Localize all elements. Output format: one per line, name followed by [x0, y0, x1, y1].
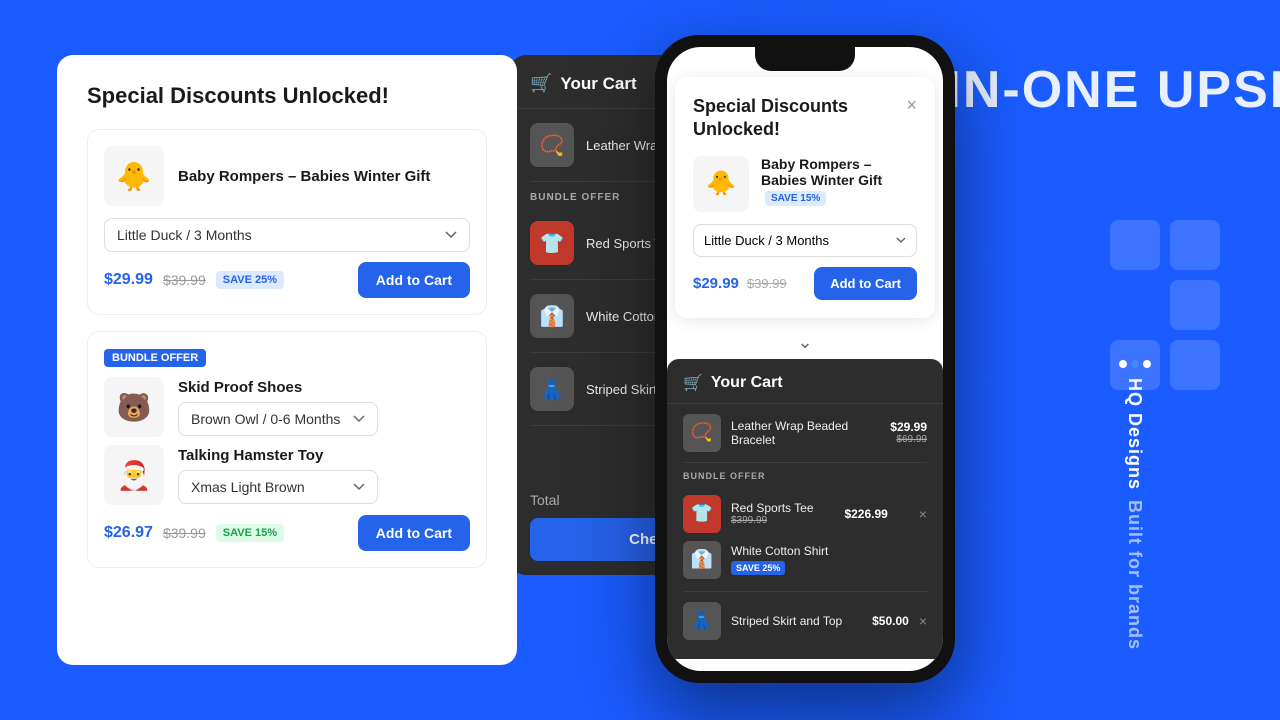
product-2-image: 🐻	[104, 377, 164, 437]
product-2-name: Skid Proof Shoes	[178, 379, 378, 396]
phone-add-to-cart-button[interactable]: Add to Cart	[814, 267, 917, 300]
right-label: HQ Designs Built for brands	[1119, 360, 1151, 650]
product-1-image: 🐥	[104, 146, 164, 206]
phone-cart-section: 🛒 Your Cart 📿 Leather Wrap Beaded Bracel…	[667, 359, 943, 659]
phone-product-name: Baby Rompers – Babies Winter Gift SAVE 1…	[761, 156, 917, 206]
phone-notch	[755, 47, 855, 71]
bundle-offer-badge: BUNDLE OFFER	[104, 349, 206, 367]
cart-item-skirt-image: 👗	[530, 367, 574, 411]
bundle-price-new: $26.97	[104, 524, 153, 542]
phone-modal-product-row: 🐥 Baby Rompers – Babies Winter Gift SAVE…	[693, 156, 917, 212]
deco-box-6	[1170, 340, 1220, 390]
cart-drawer-title: Your Cart	[560, 74, 636, 94]
left-panel-modal: Special Discounts Unlocked! 🐥 Baby Rompe…	[57, 55, 517, 665]
phone-striped-remove-button[interactable]: ×	[919, 613, 927, 629]
product-1-price-old: $39.99	[163, 272, 206, 288]
phone-cart-icon: 🛒	[683, 373, 703, 393]
product-3-name: Talking Hamster Toy	[178, 447, 378, 464]
phone-modal: × Special Discounts Unlocked! 🐥 Baby Rom…	[675, 77, 935, 318]
hq-designs-label: HQ Designs	[1124, 378, 1145, 490]
phone-cart-bracelet-name: Leather Wrap Beaded Bracelet	[731, 419, 880, 447]
phone-cart-header: 🛒 Your Cart	[667, 359, 943, 404]
phone-bundle-items: 👕 Red Sports Tee $399.99 $226.99 ×	[667, 483, 943, 650]
phone-cart-striped-price: $50.00	[872, 614, 909, 628]
phone-bundle-label: BUNDLE OFFER	[667, 463, 943, 483]
phone-bundle-tee-img: 👕	[683, 495, 721, 533]
phone-product-image: 🐥	[693, 156, 749, 212]
phone-cart-item-bracelet: 📿 Leather Wrap Beaded Bracelet $29.99 $6…	[683, 404, 927, 463]
bundle-add-button[interactable]: Add to Cart	[358, 515, 470, 551]
phone-bundle-save-badge: SAVE 25%	[731, 561, 785, 575]
deco-box-1	[1110, 220, 1160, 270]
dot-1	[1143, 360, 1151, 368]
deco-box-2	[1170, 220, 1220, 270]
phone-frame: × Special Discounts Unlocked! 🐥 Baby Rom…	[655, 35, 955, 683]
phone-bundle-tee-old-price: $399.99	[731, 515, 814, 526]
deco-box-3	[1110, 280, 1160, 330]
bundle-price-old: $39.99	[163, 525, 206, 541]
phone-cart-striped-img: 👗	[683, 602, 721, 640]
phone-save-badge: SAVE 15%	[765, 191, 826, 206]
built-for-brands-label: Built for brands	[1124, 500, 1145, 650]
chevron-divider: ⌄	[667, 326, 943, 359]
bundle-save-badge: SAVE 15%	[216, 524, 284, 542]
product-2-variant-select[interactable]: Brown Owl / 0-6 Months	[178, 402, 378, 436]
dot-3	[1119, 360, 1127, 368]
product-card-1: 🐥 Baby Rompers – Babies Winter Gift Litt…	[87, 129, 487, 315]
phone-cart-bracelet-img: 📿	[683, 414, 721, 452]
phone-variant-select[interactable]: Little Duck / 3 Months	[693, 224, 917, 257]
product-1-save-badge: SAVE 25%	[216, 271, 284, 289]
product-3-image: 🎅	[104, 445, 164, 505]
phone-cart-bracelet-old-price: $69.99	[890, 434, 927, 445]
phone-cart-items: 📿 Leather Wrap Beaded Bracelet $29.99 $6…	[667, 404, 943, 463]
product-3-variant-select[interactable]: Xmas Light Brown	[178, 470, 378, 504]
product-1-add-button[interactable]: Add to Cart	[358, 262, 470, 298]
phone-bundle-group-shirts: 👕 Red Sports Tee $399.99 $226.99 ×	[683, 483, 927, 592]
total-label: Total	[530, 492, 560, 508]
phone-cart-item-striped: 👗 Striped Skirt and Top $50.00 ×	[683, 592, 927, 650]
phone-cart-bracelet-price: $29.99	[890, 420, 927, 434]
phone-modal-title: Special Discounts Unlocked!	[693, 95, 917, 142]
bundle-offer-card: BUNDLE OFFER 🐻 Skid Proof Shoes Brown Ow…	[87, 331, 487, 568]
phone-bundle-shirt-name: White Cotton Shirt	[731, 544, 828, 558]
phone-bundle-item-shirt: 👔 White Cotton Shirt SAVE 25%	[683, 537, 927, 583]
cart-item-bracelet-image: 📿	[530, 123, 574, 167]
decoration-dots	[1119, 360, 1151, 368]
deco-box-4	[1170, 280, 1220, 330]
cart-item-tee-image: 👕	[530, 221, 574, 265]
phone-screen: × Special Discounts Unlocked! 🐥 Baby Rom…	[667, 47, 943, 671]
cart-icon: 🛒	[530, 73, 552, 94]
phone-cart-striped-name: Striped Skirt and Top	[731, 614, 862, 628]
product-1-price-new: $29.99	[104, 271, 153, 289]
phone-price-new: $29.99	[693, 275, 739, 292]
phone-cart-title: Your Cart	[711, 374, 783, 392]
cart-item-shirt-image: 👔	[530, 294, 574, 338]
phone-content: × Special Discounts Unlocked! 🐥 Baby Rom…	[667, 47, 943, 671]
phone-bundle-shirt-img: 👔	[683, 541, 721, 579]
phone-bundle-tee-remove-button[interactable]: ×	[919, 506, 927, 522]
phone-mockup: × Special Discounts Unlocked! 🐥 Baby Rom…	[655, 35, 955, 683]
dot-2	[1131, 360, 1139, 368]
phone-bundle-tee-name: Red Sports Tee	[731, 501, 814, 515]
phone-modal-close-button[interactable]: ×	[906, 95, 917, 116]
left-panel-title: Special Discounts Unlocked!	[87, 83, 487, 109]
product-1-name: Baby Rompers – Babies Winter Gift	[178, 168, 430, 185]
product-1-variant-select[interactable]: Little Duck / 3 Months	[104, 218, 470, 252]
phone-price-row: $29.99 $39.99 Add to Cart	[693, 267, 917, 300]
phone-bundle-item-tee: 👕 Red Sports Tee $399.99 $226.99 ×	[683, 491, 927, 537]
phone-bundle-tee-price: $226.99	[844, 507, 887, 521]
phone-price-old: $39.99	[747, 276, 787, 291]
